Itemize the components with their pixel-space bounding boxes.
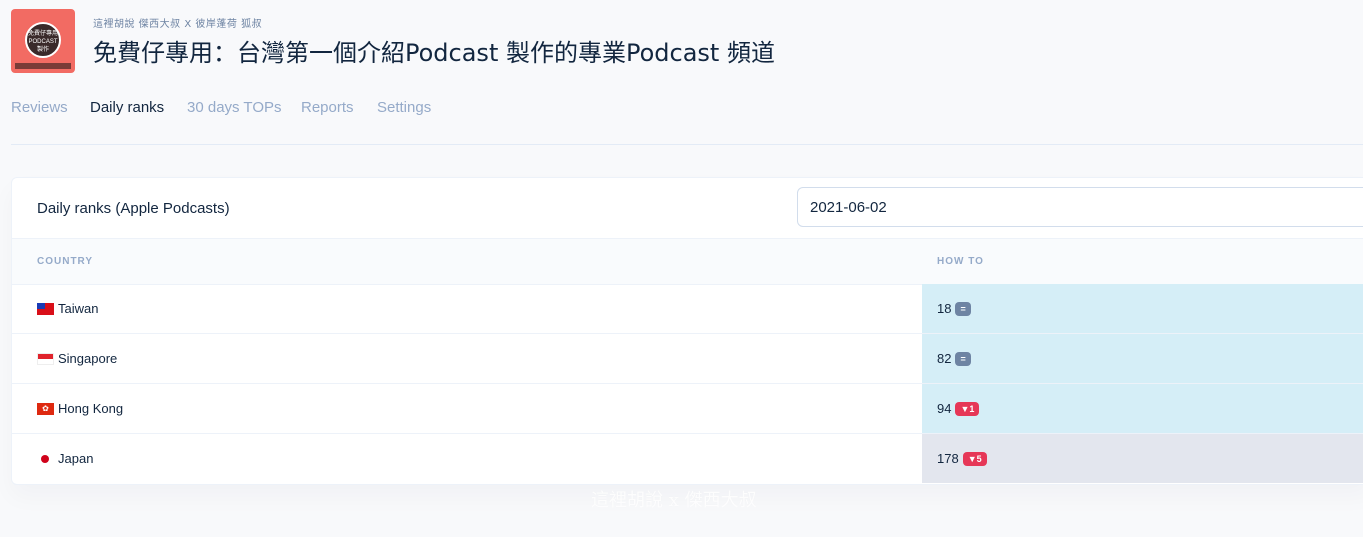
- rank-value: 94: [937, 401, 952, 416]
- table-row: Taiwan 18 =: [12, 284, 1363, 334]
- japan-flag-icon: [37, 453, 54, 465]
- country-name: Hong Kong: [58, 401, 124, 416]
- date-picker-input[interactable]: [797, 187, 1363, 227]
- tab-reviews[interactable]: Reviews: [11, 99, 68, 144]
- rank-change-badge: =: [955, 351, 971, 366]
- country-name: Japan: [58, 451, 94, 466]
- table-row: Singapore 82 =: [12, 334, 1363, 384]
- rank-cell: 178 ▼5: [922, 434, 1363, 483]
- hong-kong-flag-icon: ✿: [37, 402, 54, 415]
- taiwan-flag-icon: [37, 302, 54, 315]
- country-name: Taiwan: [58, 301, 99, 316]
- page-title: 免費仔專用：台灣第一個介紹Podcast 製作的專業Podcast 頻道: [93, 39, 775, 67]
- logo-badge: 免費仔專用 PODCAST 製作: [25, 22, 61, 58]
- table-header: COUNTRY HOW TO: [12, 239, 1363, 285]
- card-header: Daily ranks (Apple Podcasts): [12, 178, 1363, 239]
- country-cell: Taiwan: [37, 301, 98, 316]
- table-row: Japan 178 ▼5: [12, 434, 1363, 483]
- tab-reports[interactable]: Reports: [301, 99, 354, 144]
- singapore-flag-icon: [37, 352, 54, 365]
- column-header-how-to: HOW TO: [937, 256, 984, 267]
- logo-caption-strip: [15, 63, 71, 69]
- country-name: Singapore: [58, 351, 118, 366]
- table-row: ✿ Hong Kong 94 ▼1: [12, 384, 1363, 434]
- tab-settings[interactable]: Settings: [377, 99, 431, 144]
- country-cell: Japan: [37, 451, 93, 466]
- column-header-country: COUNTRY: [37, 256, 94, 267]
- rank-value: 18: [937, 301, 952, 316]
- rank-value: 178: [937, 451, 959, 466]
- daily-ranks-card: Daily ranks (Apple Podcasts) COUNTRY HOW…: [11, 177, 1363, 485]
- podcast-logo: 免費仔專用 PODCAST 製作: [11, 9, 75, 73]
- podcast-author: 這裡胡說 傑西大叔 X 彼岸蓬荷 狐叔: [93, 19, 263, 30]
- watermark: 這裡胡說 x 傑西大叔: [591, 490, 757, 511]
- rank-cell: 82 =: [922, 334, 1363, 383]
- country-cell: Singapore: [37, 351, 117, 366]
- tab-daily-ranks[interactable]: Daily ranks: [90, 99, 165, 145]
- rank-value: 82: [937, 351, 952, 366]
- card-title: Daily ranks (Apple Podcasts): [37, 200, 230, 217]
- tab-30-days-tops[interactable]: 30 days TOPs: [187, 99, 282, 144]
- rank-change-badge: ▼5: [962, 451, 987, 466]
- rank-cell: 94 ▼1: [922, 384, 1363, 433]
- rank-cell: 18 =: [922, 284, 1363, 333]
- rank-change-badge: =: [955, 301, 971, 316]
- country-cell: ✿ Hong Kong: [37, 401, 123, 416]
- tabs-divider: [11, 144, 1363, 145]
- rank-change-badge: ▼1: [955, 401, 980, 416]
